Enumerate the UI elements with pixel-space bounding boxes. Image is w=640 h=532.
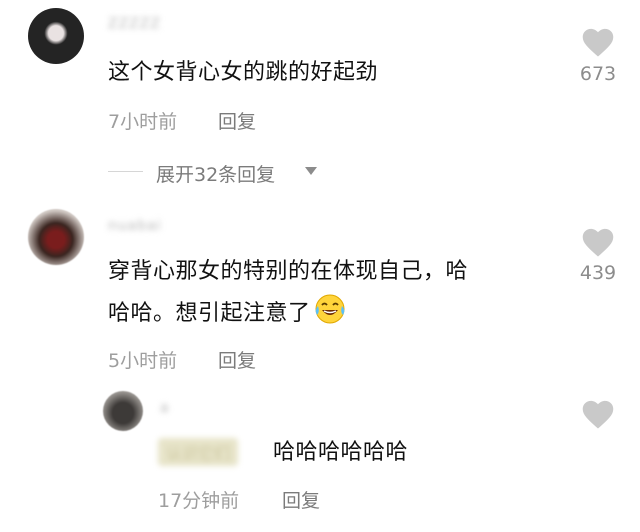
avatar[interactable]	[28, 209, 84, 265]
heart-icon[interactable]	[580, 26, 616, 58]
reply-button[interactable]: 回复	[282, 486, 320, 513]
reply-button[interactable]: 回复	[218, 107, 256, 134]
expand-replies-button[interactable]: 展开32条回复	[156, 160, 275, 187]
divider-line	[108, 171, 143, 172]
like-count: 673	[579, 63, 617, 85]
reply-username[interactable]: a	[160, 400, 170, 416]
laughing-crying-emoji-icon	[315, 294, 345, 324]
comment-time: 7小时前	[108, 111, 178, 133]
comment-text-line2-text: 哈哈。想引起注意了	[108, 301, 311, 326]
chevron-down-icon[interactable]	[305, 167, 317, 175]
comment-text-line2: 哈哈。想引起注意了	[108, 292, 347, 334]
comment-username[interactable]: nuabai	[108, 218, 162, 234]
comment-text: 这个女背心女的跳的好起劲	[108, 60, 379, 85]
comment-time: 5小时前	[108, 350, 178, 372]
heart-icon[interactable]	[580, 398, 616, 430]
reply-time: 17分钟前	[158, 490, 240, 512]
avatar[interactable]	[28, 8, 84, 64]
reply-button[interactable]: 回复	[218, 346, 256, 373]
reply-text: 哈哈哈哈哈哈	[273, 440, 409, 465]
like-count: 439	[579, 262, 617, 284]
reply-avatar[interactable]	[103, 391, 143, 431]
comment-text-line1: 穿背心那女的特别的在体现自己，哈	[108, 259, 469, 284]
heart-icon[interactable]	[580, 226, 616, 258]
comment-username[interactable]: ZZZZZ	[108, 16, 161, 32]
reply-to-username[interactable]: 认识它们	[158, 438, 239, 466]
